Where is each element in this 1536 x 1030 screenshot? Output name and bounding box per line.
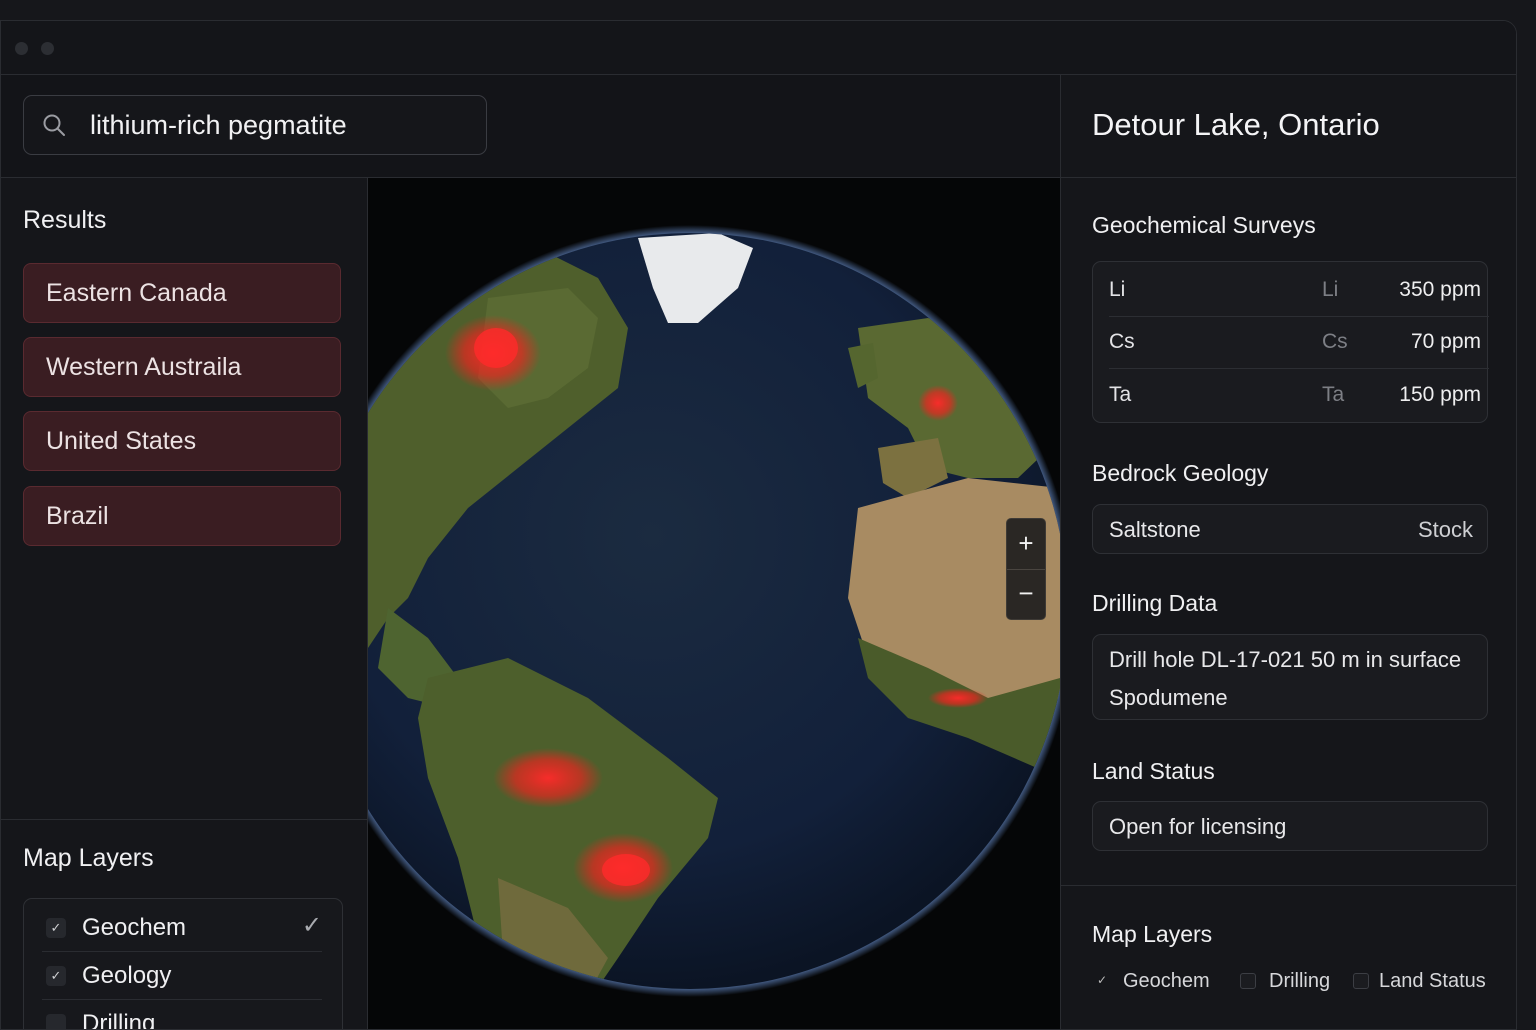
layer-label: Geochem — [82, 914, 187, 941]
layer-row-geology[interactable]: ✓ Geology — [42, 951, 322, 1000]
geology-checkbox[interactable]: ✓ — [46, 966, 66, 986]
result-item-united-states[interactable]: United States — [23, 411, 341, 471]
drilling-section-title: Drilling Data — [1092, 590, 1218, 616]
geochem-row-li: Li Li 350 ppm — [1109, 264, 1489, 317]
layer-label: Land Status — [1379, 970, 1486, 992]
zoom-control: + − — [1006, 518, 1046, 620]
geochem-check-icon[interactable]: ✓ — [1094, 973, 1110, 989]
left-map-layers: Map Layers ✓ Geochem ✓ ✓ Geology Drillin… — [1, 819, 367, 1030]
hotspot-west-africa — [928, 688, 988, 708]
hotspot-brazil-north — [493, 748, 603, 808]
globe-view[interactable] — [368, 178, 1060, 1030]
drilling-checkbox[interactable] — [1240, 973, 1256, 989]
result-item-eastern-canada[interactable]: Eastern Canada — [23, 263, 341, 323]
geochem-row-ta: Ta Ta 150 ppm — [1109, 369, 1489, 421]
results-title: Results — [23, 206, 107, 234]
app-window: Results Eastern Canada Western Austraila… — [0, 20, 1517, 1030]
right-layers-row: ✓ Geochem Drilling Land Status — [1092, 970, 1512, 1010]
land-status-checkbox[interactable] — [1353, 973, 1369, 989]
bedrock-section-title: Bedrock Geology — [1092, 460, 1269, 486]
element-symbol: Cs — [1322, 330, 1348, 353]
layer-row-drilling[interactable]: Drilling — [42, 999, 322, 1030]
divider — [1061, 885, 1516, 886]
details-panel: Detour Lake, Ontario Geochemical Surveys… — [1060, 75, 1516, 1029]
hotspot-europe — [918, 385, 958, 421]
rock-name: Saltstone — [1109, 517, 1201, 542]
drilling-checkbox[interactable] — [46, 1014, 66, 1029]
layer-label: Drilling — [1269, 970, 1331, 992]
hotspot-eastern-canada-core — [474, 328, 518, 368]
left-layers-title: Map Layers — [23, 844, 154, 872]
zoom-in-button[interactable]: + — [1007, 519, 1045, 570]
search-bar — [1, 75, 1060, 178]
geochem-checkbox[interactable]: ✓ — [46, 918, 66, 938]
divider — [1061, 177, 1516, 178]
search-icon — [43, 114, 65, 136]
geochem-row-cs: Cs Cs 70 ppm — [1109, 316, 1489, 369]
location-title: Detour Lake, Ontario — [1092, 107, 1380, 142]
drilling-card: Drill hole DL-17-021 50 m in surface Spo… — [1092, 634, 1488, 720]
drill-hole-text: Drill hole DL-17-021 50 m in surface — [1109, 647, 1462, 672]
element-value: 350 ppm — [1399, 278, 1481, 301]
result-item-brazil[interactable]: Brazil — [23, 486, 341, 546]
left-layers-list: ✓ Geochem ✓ ✓ Geology Drilling — [23, 898, 343, 1030]
element-value: 150 ppm — [1399, 383, 1481, 406]
checkmark-icon: ✓ — [301, 912, 322, 939]
bedrock-card: Saltstone Stock — [1092, 504, 1488, 554]
rock-type: Stock — [1417, 517, 1473, 542]
land-status-card: Open for licensing — [1092, 801, 1488, 851]
right-layers-title: Map Layers — [1092, 921, 1213, 947]
element-symbol: Ta — [1322, 383, 1345, 406]
zoom-out-button[interactable]: − — [1007, 569, 1045, 619]
result-item-western-australia[interactable]: Western Austraila — [23, 337, 341, 397]
window-close-dot[interactable] — [15, 42, 28, 55]
globe-map[interactable]: + − — [368, 178, 1060, 1030]
layer-row-geochem[interactable]: ✓ Geochem ✓ — [42, 903, 322, 952]
results-panel: Results Eastern Canada Western Austraila… — [1, 178, 368, 1030]
search-input[interactable] — [90, 106, 470, 144]
hotspot-brazil-core — [602, 854, 650, 886]
element-name: Cs — [1109, 330, 1135, 353]
land-section-title: Land Status — [1092, 758, 1215, 784]
layer-label: Geology — [82, 962, 172, 989]
element-name: Ta — [1109, 383, 1132, 406]
layer-label: Geochem — [1123, 970, 1210, 992]
layer-label: Drilling — [82, 1010, 156, 1030]
drill-mineral-text: Spodumene — [1109, 685, 1228, 710]
geochem-section-title: Geochemical Surveys — [1092, 212, 1316, 238]
geochem-table: Li Li 350 ppm Cs Cs 70 ppm Ta Ta 150 ppm — [1092, 261, 1489, 423]
land-status-text: Open for licensing — [1109, 814, 1287, 839]
window-minimize-dot[interactable] — [41, 42, 54, 55]
element-name: Li — [1109, 278, 1126, 301]
title-bar — [1, 21, 1516, 75]
search-box[interactable] — [23, 95, 487, 155]
element-value: 70 ppm — [1410, 330, 1481, 353]
element-symbol: Li — [1322, 278, 1339, 301]
